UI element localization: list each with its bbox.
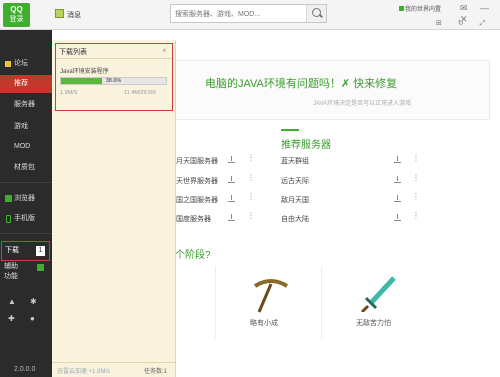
sidebar-item-label: 服务器 xyxy=(14,101,35,108)
download-speed: 1.9M/S xyxy=(60,90,78,96)
server-name[interactable]: 天世界服务器 xyxy=(176,176,218,186)
nav-arrow-icon[interactable]: ▲ xyxy=(8,297,16,306)
pickaxe-icon xyxy=(253,279,289,313)
banner-text[interactable]: 电脑的JAVA环境有问题吗！✗ 快来修复 xyxy=(205,75,397,91)
sidebar-item-texture[interactable]: 材质包 xyxy=(0,159,52,177)
sidebar-item-mod[interactable]: MOD xyxy=(0,138,52,156)
download-panel-footer: 迅雷云加速 +1.9M/s 任务数:1 xyxy=(52,362,176,377)
sidebar-item-browser[interactable]: 浏览器 xyxy=(0,190,52,208)
stage-label: 略有小成 xyxy=(250,320,278,327)
server-name[interactable]: 自由大陆 xyxy=(281,214,309,224)
server-name[interactable]: 国之国服务器 xyxy=(176,195,218,205)
cloud-accel-label[interactable]: 迅雷云加速 +1.9M/s xyxy=(57,366,110,375)
sidebar: 论坛 推荐 服务器 游戏 MOD 材质包 浏览器 手机版 下载 1 辅助 功能 … xyxy=(0,30,52,377)
help-icon xyxy=(37,264,44,271)
sidebar-item-label: 游戏 xyxy=(14,123,28,130)
task-count: 任务数:1 xyxy=(144,369,168,375)
sidebar-item-label: 浏览器 xyxy=(14,195,35,202)
world-icon xyxy=(399,6,404,11)
sidebar-item-servers[interactable]: 服务器 xyxy=(0,96,52,114)
move-icon[interactable]: ✚ xyxy=(8,314,15,323)
qq-login-button[interactable]: QQ 登录 xyxy=(3,3,30,27)
banner-subtext: JAVA环境决定是否可以正常进入游戏 xyxy=(313,101,412,107)
download-count-badge: 1 xyxy=(36,246,45,256)
download-icon[interactable] xyxy=(228,195,235,202)
more-icon[interactable]: ⋮ xyxy=(412,212,420,220)
sidebar-item-label: MOD xyxy=(14,143,31,150)
chat-icon[interactable]: ● xyxy=(30,314,35,323)
browser-icon xyxy=(5,195,12,202)
divider xyxy=(56,58,172,59)
recommended-title: 推荐服务器 xyxy=(281,140,331,151)
download-panel-title: 下载列表 xyxy=(59,49,87,56)
my-world-link[interactable]: 我的世界内置 xyxy=(399,4,441,13)
stage-question: 个阶段? xyxy=(175,250,211,261)
section-accent xyxy=(281,129,299,131)
forum-icon xyxy=(5,61,11,67)
sidebar-item-label: 论坛 xyxy=(14,60,28,67)
progress-text: 38.6% xyxy=(105,78,122,84)
more-icon[interactable]: ⋮ xyxy=(247,212,255,220)
search-icon[interactable] xyxy=(306,5,326,22)
my-world-label: 我的世界内置 xyxy=(405,7,442,13)
gear-icon[interactable]: ✱ xyxy=(30,297,37,306)
more-icon[interactable]: ⋮ xyxy=(247,193,255,201)
server-name[interactable]: 国度服务器 xyxy=(176,214,211,224)
title-bar: QQ 登录 消息 我的世界内置 ✉ — ✕ ⊞ ↻ ⤢ xyxy=(0,0,500,30)
stage-card[interactable]: 无敌苦力怕 xyxy=(321,266,425,338)
download-label: 下载 xyxy=(5,247,19,254)
java-repair-banner[interactable]: 电脑的JAVA环境有问题吗！✗ 快来修复 JAVA环境决定是否可以正常进入游戏 xyxy=(172,60,490,120)
download-progress-bar: 38.6% xyxy=(60,77,167,85)
sidebar-item-forum[interactable]: 论坛 xyxy=(0,55,52,73)
search-box xyxy=(170,4,327,23)
search-input[interactable] xyxy=(175,8,303,20)
toolbar-icons[interactable]: ⊞ ↻ ⤢ xyxy=(436,19,492,28)
sidebar-item-label: 材质包 xyxy=(14,164,35,171)
more-icon[interactable]: ⋮ xyxy=(412,154,420,162)
server-name[interactable]: 月天国服务器 xyxy=(176,156,218,166)
qq-logo-icon: QQ xyxy=(10,5,23,14)
download-icon[interactable] xyxy=(228,156,235,163)
more-icon[interactable]: ⋮ xyxy=(412,174,420,182)
server-name[interactable]: 远古天际 xyxy=(281,176,309,186)
download-icon[interactable] xyxy=(228,214,235,221)
download-size: 11.4M/29.5M xyxy=(124,90,156,96)
task-name: Java环境安装程序 xyxy=(60,69,109,75)
sidebar-item-label: 推荐 xyxy=(14,80,28,87)
more-icon[interactable]: ⋮ xyxy=(247,154,255,162)
sword-icon xyxy=(360,276,396,312)
sidebar-divider xyxy=(0,233,52,234)
download-icon[interactable] xyxy=(394,156,401,163)
phone-icon xyxy=(6,215,11,223)
download-icon[interactable] xyxy=(394,214,401,221)
more-icon[interactable]: ⋮ xyxy=(247,174,255,182)
sidebar-item-label: 手机版 xyxy=(14,215,35,222)
version-label: 2.0.0.0 xyxy=(14,366,36,373)
server-name[interactable]: 蓝天群组 xyxy=(281,156,309,166)
sidebar-divider xyxy=(0,182,52,183)
server-name[interactable]: 敌月天国 xyxy=(281,195,309,205)
sidebar-item-download[interactable]: 下载 1 xyxy=(1,241,50,261)
download-icon[interactable] xyxy=(394,176,401,183)
messages-label[interactable]: 消息 xyxy=(67,10,81,20)
stage-card[interactable]: 略有小成 xyxy=(215,266,319,338)
sidebar-item-mobile[interactable]: 手机版 xyxy=(0,210,52,228)
close-icon[interactable]: × xyxy=(162,46,167,55)
download-icon[interactable] xyxy=(228,176,235,183)
download-icon[interactable] xyxy=(394,195,401,202)
more-icon[interactable]: ⋮ xyxy=(412,193,420,201)
stage-label: 无敌苦力怕 xyxy=(356,320,391,327)
login-label: 登录 xyxy=(9,16,24,23)
sidebar-item-recommend[interactable]: 推荐 xyxy=(0,75,52,93)
download-panel: 下载列表 × Java环境安装程序 38.6% 1.9M/S 11.4M/29.… xyxy=(52,40,176,377)
sidebar-item-games[interactable]: 游戏 xyxy=(0,118,52,136)
message-icon[interactable] xyxy=(55,9,64,18)
